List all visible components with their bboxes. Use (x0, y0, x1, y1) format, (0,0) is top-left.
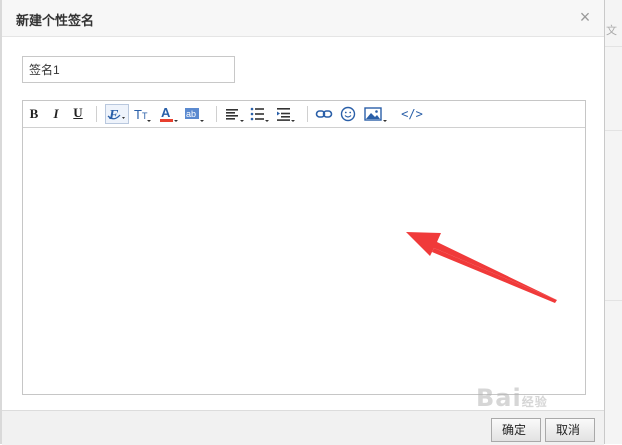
annotation-arrow (406, 232, 557, 303)
watermark: Bai经验 (476, 384, 548, 412)
